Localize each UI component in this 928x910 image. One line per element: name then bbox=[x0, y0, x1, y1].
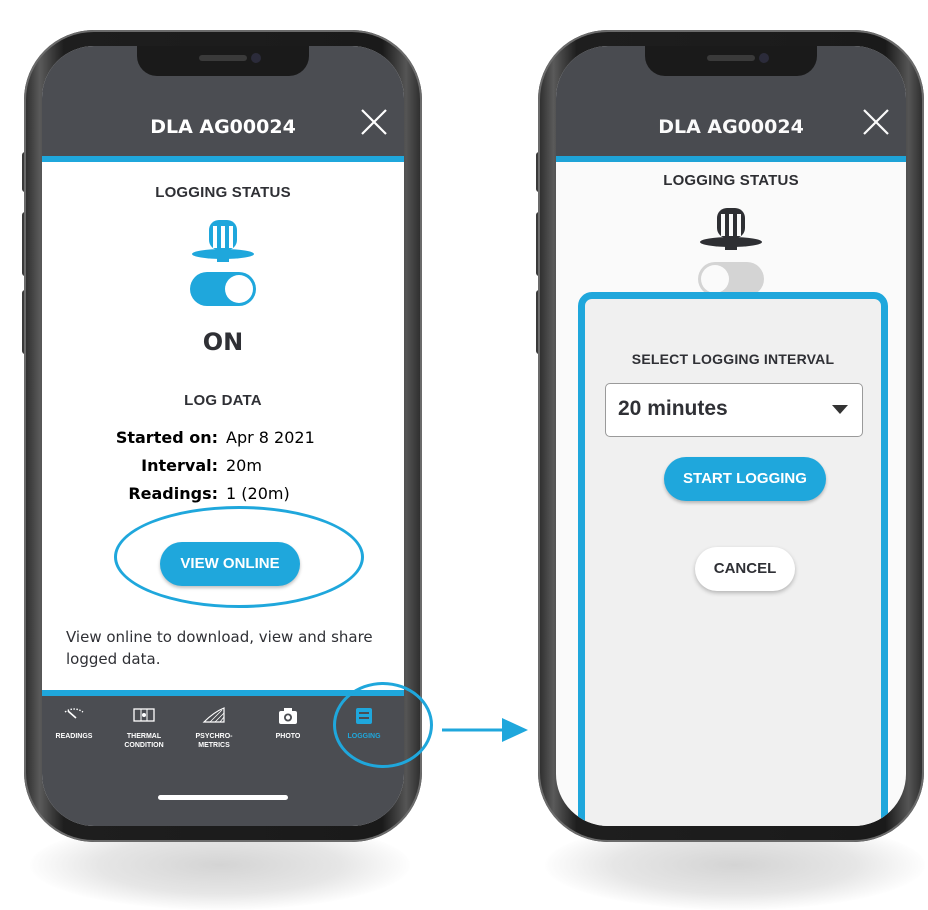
log-row-value: Apr 8 2021 bbox=[226, 428, 315, 447]
cancel-button[interactable]: CANCEL bbox=[695, 547, 795, 591]
log-row-label: Started on: bbox=[115, 428, 218, 447]
logging-interval-modal: SELECT LOGGING INTERVAL 20 minutes START… bbox=[578, 292, 888, 826]
logging-tab-highlight bbox=[333, 682, 433, 768]
log-data-title: LOG DATA bbox=[184, 392, 262, 409]
tab-thermal-condition[interactable]: THERMAL CONDITION bbox=[112, 706, 176, 750]
view-online-description: View online to download, view and share … bbox=[66, 628, 373, 668]
tab-label: PSYCHRO-METRICS bbox=[195, 733, 233, 749]
camera-icon bbox=[279, 708, 297, 724]
start-logging-button[interactable]: START LOGGING bbox=[664, 457, 826, 501]
home-indicator[interactable] bbox=[158, 795, 288, 800]
log-row-label: Interval: bbox=[141, 456, 218, 475]
tab-label: PHOTO bbox=[275, 733, 301, 740]
log-row-value: 20m bbox=[226, 456, 262, 475]
data-logger-hat-icon bbox=[192, 220, 254, 262]
arrow-right-icon bbox=[442, 718, 528, 742]
log-row-readings: Readings: 1 (20m) bbox=[42, 484, 402, 506]
close-icon[interactable] bbox=[356, 104, 392, 140]
tab-psychrometrics[interactable]: PSYCHRO-METRICS bbox=[182, 706, 246, 750]
logging-status-title: LOGGING STATUS bbox=[155, 184, 291, 201]
right-phone-screen: DLA AG00024 LOGGING STATUS SELECT LOGGIN… bbox=[556, 46, 906, 826]
tab-photo[interactable]: PHOTO bbox=[256, 706, 320, 741]
interval-select[interactable]: 20 minutes bbox=[605, 383, 863, 437]
log-row-value: 1 (20m) bbox=[226, 484, 290, 503]
tab-label: THERMAL CONDITION bbox=[124, 733, 164, 749]
log-row-interval: Interval: 20m bbox=[42, 456, 402, 478]
logging-state-text: ON bbox=[202, 328, 244, 356]
log-row-started: Started on: Apr 8 2021 bbox=[42, 428, 402, 450]
modal-title: SELECT LOGGING INTERVAL bbox=[631, 351, 835, 367]
psychrometric-chart-icon bbox=[202, 707, 225, 723]
chevron-down-icon bbox=[832, 405, 848, 414]
phone-notch bbox=[645, 46, 817, 76]
tab-readings[interactable]: READINGS bbox=[42, 706, 106, 741]
tab-label: READINGS bbox=[55, 733, 93, 740]
gauge-icon bbox=[64, 708, 84, 719]
interval-select-value: 20 minutes bbox=[618, 397, 728, 420]
log-row-label: Readings: bbox=[128, 484, 218, 503]
phone-notch bbox=[137, 46, 309, 76]
device-title: DLA AG00024 bbox=[150, 116, 296, 138]
thermal-icon bbox=[133, 708, 155, 722]
view-online-highlight bbox=[114, 506, 364, 608]
logging-toggle[interactable] bbox=[190, 272, 256, 306]
right-phone: DLA AG00024 LOGGING STATUS SELECT LOGGIN… bbox=[538, 30, 924, 842]
